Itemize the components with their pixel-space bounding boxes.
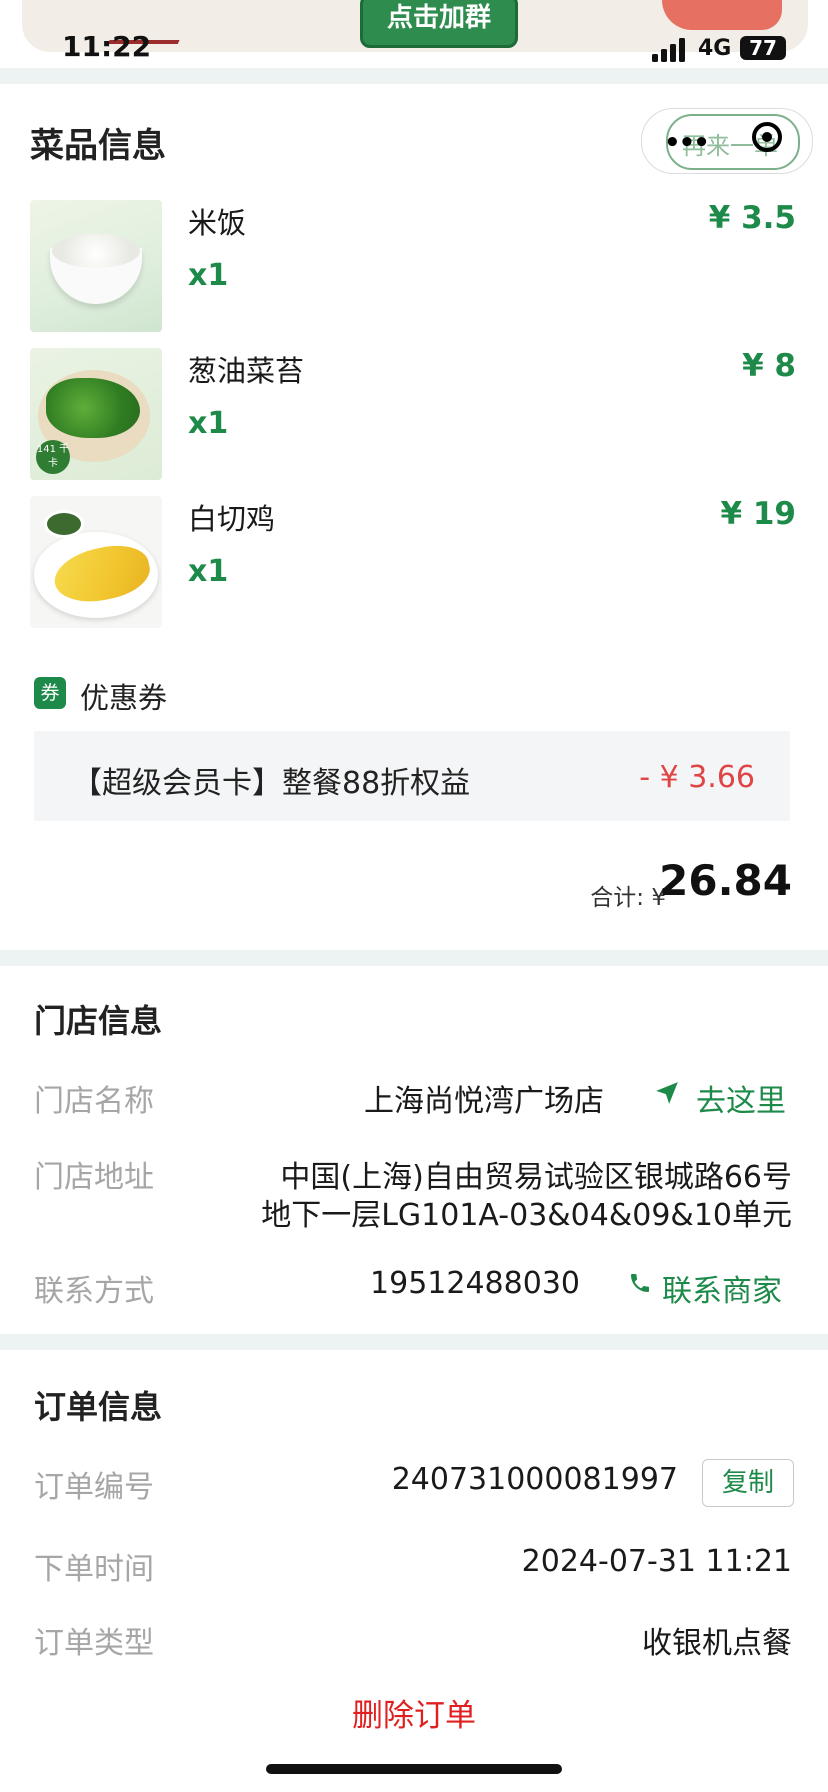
coupon-icon: 券 — [34, 677, 66, 709]
coupon-name: 【超级会员卡】整餐88折权益 — [72, 766, 471, 801]
dish-image-rice — [30, 200, 162, 332]
order-section-title: 订单信息 — [34, 1388, 163, 1426]
close-miniprogram-icon[interactable] — [752, 122, 782, 152]
more-icon[interactable]: ••• — [664, 128, 710, 158]
order-number-value: 240731000081997 — [391, 1462, 678, 1497]
store-name-label: 门店名称 — [34, 1084, 154, 1119]
delete-order-button[interactable]: 删除订单 — [0, 1690, 828, 1735]
status-time: 11:22 — [62, 30, 152, 63]
order-number-label: 订单编号 — [34, 1470, 154, 1505]
copy-button[interactable]: 复制 — [702, 1459, 794, 1507]
join-group-button[interactable]: 点击加群 — [360, 0, 518, 48]
home-indicator[interactable] — [266, 1764, 562, 1774]
dishes-section-title: 菜品信息 — [30, 126, 166, 166]
dish-price: ¥ 19 — [720, 496, 796, 532]
phone-icon[interactable] — [628, 1270, 652, 1296]
dish-name: 白切鸡 — [188, 502, 276, 536]
navigate-icon[interactable] — [654, 1080, 680, 1106]
dish-item: 米饭 x1 ¥ 3.5 — [0, 200, 828, 332]
dish-item: 白切鸡 x1 ¥ 19 — [0, 496, 828, 628]
dish-price: ¥ 3.5 — [708, 200, 796, 236]
dish-name: 葱油菜苔 — [188, 354, 305, 388]
store-address-line2: 地下一层LG101A-03&04&09&10单元 — [261, 1198, 792, 1233]
total-label: 合计: ¥ — [590, 885, 666, 911]
dish-quantity: x1 — [188, 406, 229, 441]
dish-item: 141 千卡 葱油菜苔 x1 ¥ 8 — [0, 348, 828, 480]
signal-icon — [652, 38, 685, 62]
section-separator — [0, 68, 828, 84]
order-time-label: 下单时间 — [34, 1552, 154, 1587]
network-type: 4G — [698, 36, 732, 61]
section-separator — [0, 950, 828, 966]
order-type-label: 订单类型 — [34, 1626, 154, 1661]
store-address-label: 门店地址 — [34, 1160, 154, 1195]
coupon-discount: - ¥ 3.66 — [639, 760, 755, 795]
order-time-value: 2024-07-31 11:21 — [521, 1544, 792, 1579]
dish-quantity: x1 — [188, 554, 229, 589]
contact-merchant-link[interactable]: 联系商家 — [662, 1266, 782, 1310]
dish-name: 米饭 — [188, 206, 247, 240]
navigate-link[interactable]: 去这里 — [696, 1076, 786, 1120]
dish-price: ¥ 8 — [742, 348, 796, 384]
dish-quantity: x1 — [188, 258, 229, 293]
contact-label: 联系方式 — [34, 1274, 154, 1309]
store-section-title: 门店信息 — [34, 1002, 163, 1040]
dish-image-chicken — [30, 496, 162, 628]
coupon-title: 优惠券 — [80, 681, 168, 715]
contact-phone: 19512488030 — [370, 1266, 580, 1301]
battery-icon: 77 — [740, 36, 786, 60]
banner-illustration-right — [662, 0, 782, 30]
store-name-value: 上海尚悦湾广场店 — [364, 1084, 604, 1119]
order-type-value: 收银机点餐 — [642, 1626, 792, 1661]
calorie-badge: 141 千卡 — [36, 440, 70, 474]
dish-image-greens: 141 千卡 — [30, 348, 162, 480]
total-amount: 26.84 — [659, 856, 792, 905]
section-separator — [0, 1334, 828, 1350]
